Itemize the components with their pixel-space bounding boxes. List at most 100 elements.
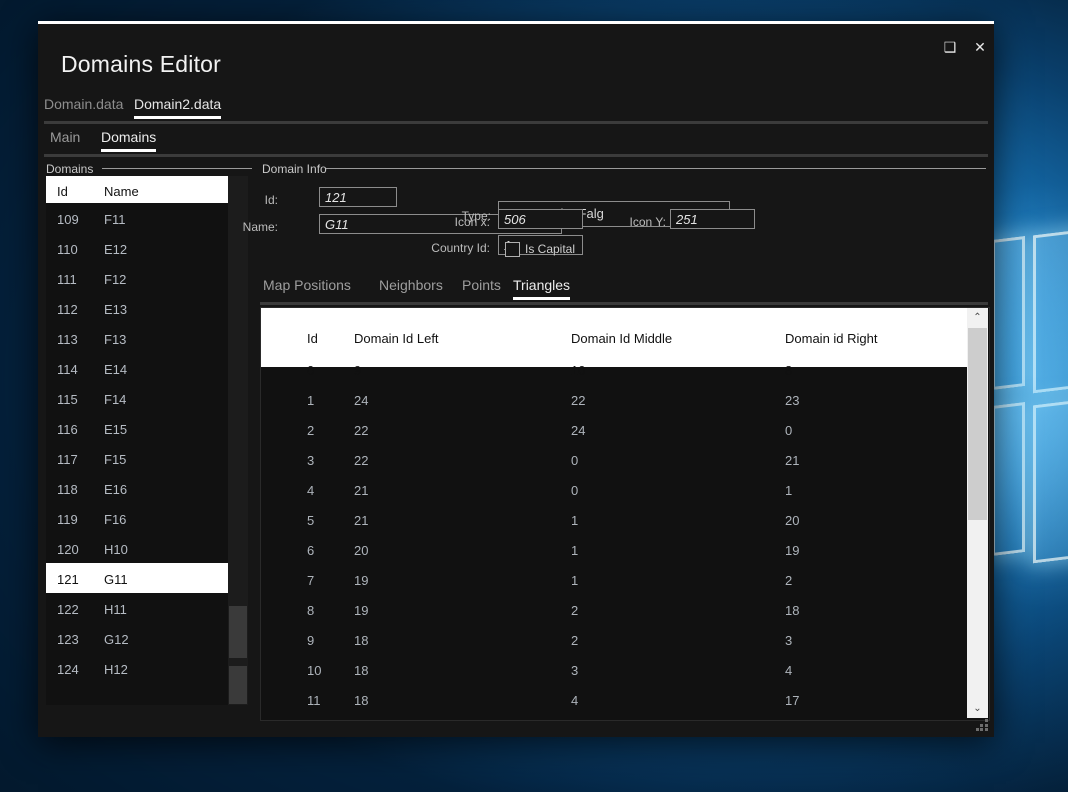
file-tab-domain-data[interactable]: Domain.data: [44, 96, 123, 119]
domain-list-item-id: 112: [57, 302, 78, 317]
domain-list-item-id: 124: [57, 662, 79, 677]
triangles-cell-id: 1: [307, 393, 315, 408]
triangles-cell-id: 0: [307, 363, 315, 378]
desktop: Domains Editor ❑ ✕ Domain.data Domain2.d…: [0, 0, 1068, 792]
domain-list-item-name: F15: [104, 452, 127, 467]
triangles-header-domain-id-middle: Domain Id Middle: [571, 331, 673, 346]
triangles-cell-id: 9: [307, 633, 315, 648]
domain-list-item-name: H11: [104, 602, 127, 617]
file-tab-rail: [44, 121, 988, 124]
domain-list-item-id: 109: [57, 212, 79, 227]
triangles-cell-domain-id-left: 18: [354, 633, 369, 648]
domains-scrollbar-thumb-lower[interactable]: [229, 666, 247, 704]
triangles-cell-domain-id-middle: 0: [571, 483, 579, 498]
domains-list[interactable]: Id Name 109 F11 110 E12 111 F12 112 E13 113 F13 11…: [46, 176, 248, 705]
domain-list-item[interactable]: 120 H10: [46, 533, 228, 563]
domain-list-item-name: E14: [104, 362, 128, 377]
domain-list-item-id: 114: [57, 362, 78, 377]
scroll-up-icon[interactable]: ⌃: [967, 308, 988, 327]
scroll-down-icon[interactable]: ⌄: [967, 699, 988, 718]
triangles-cell-id: 3: [307, 453, 315, 468]
tab-neighbors[interactable]: Neighbors: [379, 277, 443, 300]
tab-main[interactable]: Main: [50, 129, 80, 152]
domains-header-id: Id: [57, 184, 68, 199]
file-tab-domain2-data[interactable]: Domain2.data: [134, 96, 222, 119]
domain-list-item[interactable]: 124 H12: [46, 653, 228, 683]
tab-map-positions[interactable]: Map Positions: [263, 277, 351, 300]
domain-list-item-name: E15: [104, 422, 128, 437]
is-capital-label: Is Capital: [525, 242, 576, 256]
domain-list-item[interactable]: 109 F11: [46, 203, 228, 233]
triangles-table-row[interactable]: 9 18 2 3: [261, 624, 967, 654]
triangles-cell-domain-id-left: 19: [354, 603, 369, 618]
domain-list-item-name: E12: [104, 242, 128, 257]
domain-list-item[interactable]: 114 E14: [46, 353, 228, 383]
triangles-scrollbar-thumb[interactable]: [968, 328, 987, 520]
triangles-table-row[interactable]: 5 21 1 20: [261, 504, 967, 534]
domain-list-item[interactable]: 111 F12: [46, 263, 228, 293]
icon-x-field[interactable]: [498, 209, 583, 229]
domain-list-item[interactable]: 123 G12: [46, 623, 228, 653]
triangles-cell-domain-id-left: 22: [354, 423, 369, 438]
triangles-cell-domain-id-left: 18: [354, 663, 369, 678]
triangles-cell-domain-id-left: 9: [354, 363, 362, 378]
file-tab-bar: Domain.data Domain2.data: [38, 96, 994, 124]
triangles-table-row[interactable]: 10 18 3 4: [261, 654, 967, 684]
domain-list-item[interactable]: 113 F13: [46, 323, 228, 353]
domain-list-item-name: E16: [104, 482, 128, 497]
tab-domains[interactable]: Domains: [101, 129, 157, 152]
triangles-cell-domain-id-middle: 24: [571, 423, 586, 438]
triangles-cell-domain-id-right: 23: [785, 393, 800, 408]
icon-y-field[interactable]: [670, 209, 755, 229]
triangles-cell-domain-id-left: 20: [354, 543, 369, 558]
name-label: Name:: [242, 220, 278, 234]
domain-list-item[interactable]: 117 F15: [46, 443, 228, 473]
domain-list-item[interactable]: 110 E12: [46, 233, 228, 263]
is-capital-checkbox[interactable]: [505, 242, 520, 257]
domain-list-item-id: 120: [57, 542, 79, 557]
domain-list-item[interactable]: 116 E15: [46, 413, 228, 443]
triangles-table[interactable]: Id Domain Id Left Domain Id Middle Domain i…: [260, 307, 990, 721]
triangles-table-row[interactable]: 4 21 0 1: [261, 474, 967, 504]
wallpaper-logo-pane-top-left: [992, 235, 1025, 391]
id-field[interactable]: [319, 187, 397, 207]
tab-points[interactable]: Points: [462, 277, 501, 300]
triangles-table-row[interactable]: 8 19 2 18: [261, 594, 967, 624]
triangles-cell-domain-id-right: 4: [785, 663, 793, 678]
domain-list-item-name: F12: [104, 272, 127, 287]
application-window: Domains Editor ❑ ✕ Domain.data Domain2.d…: [38, 21, 994, 737]
domain-list-item-id: 113: [57, 332, 78, 347]
wallpaper-logo-pane-bottom-right: [1033, 390, 1068, 564]
domains-scrollbar-thumb[interactable]: [229, 606, 247, 658]
triangles-cell-domain-id-left: 22: [354, 453, 369, 468]
triangles-table-row[interactable]: 0 9 10 8: [261, 354, 967, 384]
triangles-table-row[interactable]: 3 22 0 21: [261, 444, 967, 474]
section-tab-bar: Main Domains: [38, 129, 994, 157]
triangles-header-domain-id-right: Domain id Right: [785, 331, 878, 346]
window-title-bar[interactable]: Domains Editor ❑ ✕: [38, 24, 994, 86]
tab-triangles[interactable]: Triangles: [513, 277, 571, 300]
domain-list-item-name: H12: [104, 662, 128, 677]
close-icon[interactable]: ✕: [966, 35, 994, 59]
triangles-table-row[interactable]: 7 19 1 2: [261, 564, 967, 594]
country-id-label: Country Id:: [431, 241, 490, 255]
triangles-cell-domain-id-left: 24: [354, 393, 369, 408]
domain-list-item[interactable]: 112 E13: [46, 293, 228, 323]
triangles-table-row[interactable]: 11 18 4 17: [261, 684, 967, 714]
domain-list-item[interactable]: 118 E16: [46, 473, 228, 503]
triangles-table-row[interactable]: 6 20 1 19: [261, 534, 967, 564]
domain-list-item[interactable]: 119 F16: [46, 503, 228, 533]
triangles-scrollbar[interactable]: ⌃ ⌄: [967, 308, 988, 718]
domain-list-item[interactable]: 121 G11: [46, 563, 228, 593]
triangles-cell-domain-id-left: 18: [354, 693, 369, 708]
triangles-cell-domain-id-right: 1: [785, 483, 793, 498]
maximize-icon[interactable]: ❑: [936, 35, 964, 59]
domain-list-item-name: E13: [104, 302, 128, 317]
domain-list-item-id: 123: [57, 632, 79, 647]
domain-list-item[interactable]: 122 H11: [46, 593, 228, 623]
sub-tab-bar: Map Positions Neighbors Points Triangles: [260, 277, 988, 305]
triangles-table-row[interactable]: 1 24 22 23: [261, 384, 967, 414]
domain-list-item[interactable]: 115 F14: [46, 383, 228, 413]
resize-grip[interactable]: [976, 719, 988, 731]
triangles-table-row[interactable]: 2 22 24 0: [261, 414, 967, 444]
